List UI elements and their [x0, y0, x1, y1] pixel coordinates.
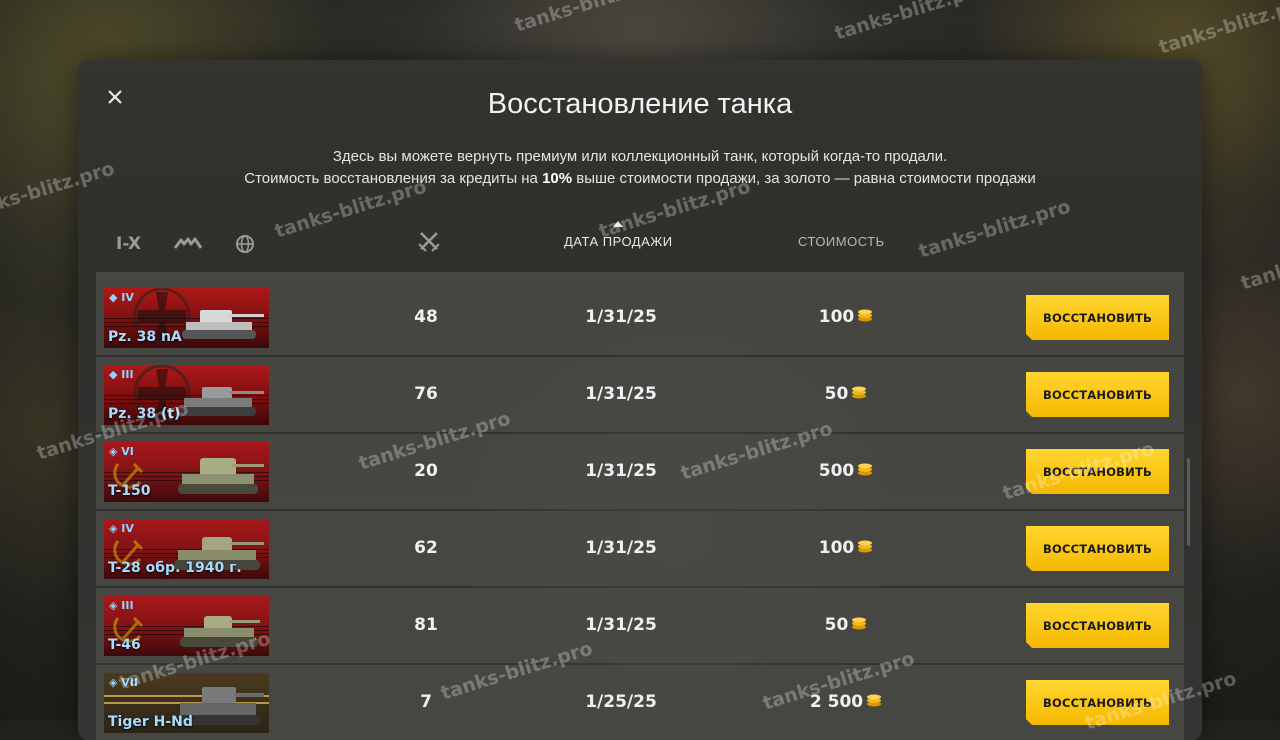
restore-cost: 100 — [776, 280, 916, 355]
tank-card[interactable]: ◆ IV Pz. 38 nA — [104, 288, 269, 348]
tank-image — [178, 458, 264, 494]
tank-name: Pz. 38 (t) — [108, 406, 181, 422]
tank-card[interactable]: ◈ IV T-28 обр. 1940 г. — [104, 519, 269, 579]
tank-tier: ◆ III — [109, 368, 134, 381]
restore-cost: 2 500 — [776, 665, 916, 740]
sort-arrow-icon — [613, 221, 624, 227]
dialog-subtitle: Здесь вы можете вернуть премиум или колл… — [78, 146, 1202, 190]
restore-button[interactable]: ВОССТАНОВИТЬ — [1026, 449, 1169, 494]
gold-coin-icon — [858, 540, 873, 553]
gold-coin-icon — [858, 309, 873, 322]
date-column-header[interactable]: ДАТА ПРОДАЖИ — [564, 221, 673, 249]
tank-row: ◈ III T-46 81 1/31/25 50 ВОССТАНОВИТЬ — [96, 588, 1184, 663]
tank-row: ◆ III Pz. 38 (t) 76 1/31/25 50 ВОССТАНОВ… — [96, 357, 1184, 432]
battles-count: 48 — [414, 307, 438, 327]
sale-date: 1/31/25 — [585, 538, 657, 558]
restore-cost: 500 — [776, 434, 916, 509]
gold-coin-icon — [852, 617, 867, 630]
list-top-border — [96, 272, 1184, 280]
battles-count: 62 — [414, 538, 438, 558]
tank-name: T-150 — [108, 483, 151, 499]
sale-date: 1/25/25 — [585, 692, 657, 712]
tank-tier: ◈ III — [109, 599, 134, 612]
tank-name: Pz. 38 nA — [108, 329, 182, 345]
tank-tier: ◈ VI — [109, 445, 134, 458]
restore-button[interactable]: ВОССТАНОВИТЬ — [1026, 372, 1169, 417]
cost-column-header[interactable]: СТОИМОСТЬ — [798, 234, 885, 249]
tank-restore-dialog: Восстановление танка Здесь вы можете вер… — [78, 60, 1202, 740]
battles-count: 76 — [414, 384, 438, 404]
restore-cost: 100 — [776, 511, 916, 586]
subtitle-line-2: Стоимость восстановления за кредиты на 1… — [244, 170, 1036, 187]
tank-card[interactable]: ◈ VII Tiger H-Nd — [104, 673, 269, 733]
tier-filter[interactable]: I-X — [116, 234, 141, 254]
tank-row: ◆ IV Pz. 38 nA 48 1/31/25 100 ВОССТАНОВИ… — [96, 280, 1184, 355]
restore-cost: 50 — [776, 357, 916, 432]
tank-name: Tiger H-Nd — [108, 714, 193, 730]
filter-bar: I-X — [116, 230, 287, 258]
tank-row: ◈ VII Tiger H-Nd 7 1/25/25 2 500 ВОССТАН… — [96, 665, 1184, 740]
restore-cost: 50 — [776, 588, 916, 663]
sale-date: 1/31/25 — [585, 615, 657, 635]
globe-icon[interactable] — [235, 234, 255, 254]
sale-date: 1/31/25 — [585, 307, 657, 327]
restore-button[interactable]: ВОССТАНОВИТЬ — [1026, 680, 1169, 725]
tank-tier: ◈ IV — [109, 522, 134, 535]
tank-card[interactable]: ◆ III Pz. 38 (t) — [104, 365, 269, 425]
tank-card[interactable]: ◈ III T-46 — [104, 596, 269, 656]
tank-tier: ◈ VII — [109, 676, 138, 689]
subtitle-line-1: Здесь вы можете вернуть премиум или колл… — [332, 148, 948, 165]
percent-highlight: 10% — [542, 170, 573, 187]
gold-coin-icon — [852, 386, 867, 399]
tank-list: ◆ IV Pz. 38 nA 48 1/31/25 100 ВОССТАНОВИ… — [96, 280, 1184, 740]
tank-card[interactable]: ◈ VI T-150 — [104, 442, 269, 502]
tank-row: ◈ IV T-28 обр. 1940 г. 62 1/31/25 100 ВО… — [96, 511, 1184, 586]
tank-name: T-28 обр. 1940 г. — [108, 560, 242, 576]
tank-row: ◈ VI T-150 20 1/31/25 500 ВОССТАНОВИТЬ — [96, 434, 1184, 509]
gold-coin-icon — [867, 694, 882, 707]
tank-tier: ◆ IV — [109, 291, 134, 304]
crossed-swords-icon — [418, 232, 440, 255]
tank-type-icon[interactable] — [173, 236, 203, 252]
restore-button[interactable]: ВОССТАНОВИТЬ — [1026, 603, 1169, 648]
battles-count: 7 — [420, 692, 432, 712]
tank-name: T-46 — [108, 637, 141, 653]
sale-date: 1/31/25 — [585, 461, 657, 481]
battles-count: 81 — [414, 615, 438, 635]
tank-image — [180, 387, 264, 416]
battles-column-header[interactable] — [418, 230, 440, 255]
dialog-title: Восстановление танка — [487, 88, 793, 120]
gold-coin-icon — [858, 463, 873, 476]
tank-image — [180, 616, 260, 647]
restore-button[interactable]: ВОССТАНОВИТЬ — [1026, 295, 1169, 340]
sale-date: 1/31/25 — [585, 384, 657, 404]
scrollbar[interactable] — [1187, 458, 1190, 546]
restore-button[interactable]: ВОССТАНОВИТЬ — [1026, 526, 1169, 571]
battles-count: 20 — [414, 461, 438, 481]
